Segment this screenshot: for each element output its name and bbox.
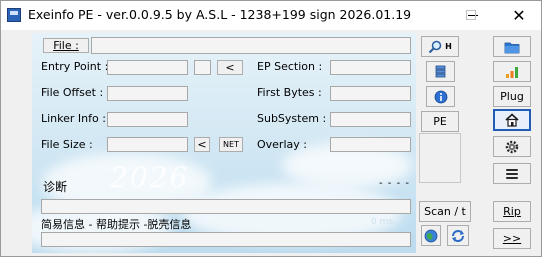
refresh-button[interactable] (447, 225, 469, 246)
subsystem-field[interactable] (330, 112, 411, 127)
entry-point-label: Entry Point : (41, 60, 109, 73)
client-area: 2026 File : Entry Point : < File Offset … (1, 30, 541, 256)
menu-button[interactable] (493, 163, 531, 184)
title-bar: Exeinfo PE - ver.0.0.9.5 by A.S.L - 1238… (1, 1, 541, 30)
menu-icon (506, 168, 518, 179)
search-button[interactable]: H (421, 36, 459, 57)
file-size-field[interactable] (107, 137, 188, 152)
globe-icon (424, 229, 438, 242)
file-offset-field[interactable] (107, 86, 188, 101)
home-button[interactable] (493, 109, 531, 131)
settings-button[interactable] (493, 136, 531, 157)
close-icon: ✕ (512, 5, 526, 25)
bar-chart-icon (506, 66, 518, 78)
subsystem-label: SubSystem : (257, 112, 327, 125)
file-size-arrow-button[interactable]: < (194, 137, 210, 152)
scan-time-label: 0 ms. (371, 217, 396, 227)
watermark-year: 2026 (110, 161, 190, 194)
entry-point-extra-field[interactable] (194, 60, 211, 75)
first-bytes-label: First Bytes : (257, 86, 322, 99)
entry-point-field[interactable] (107, 60, 188, 75)
file-offset-label: File Offset : (41, 86, 104, 99)
info-icon (434, 90, 447, 103)
search-icon (428, 40, 442, 53)
linker-info-label: Linker Info : (41, 112, 106, 125)
open-file-button[interactable] (493, 36, 531, 57)
window-title: Exeinfo PE - ver.0.0.9.5 by A.S.L - 1238… (28, 7, 412, 22)
search-h-label: H (445, 42, 452, 51)
first-bytes-field[interactable] (330, 86, 411, 101)
status-output (41, 232, 411, 247)
home-icon (505, 113, 519, 127)
entry-point-arrow-button[interactable]: < (217, 60, 243, 75)
main-window: Exeinfo PE - ver.0.0.9.5 by A.S.L - 1238… (0, 0, 542, 257)
app-icon (7, 8, 21, 22)
globe-button[interactable] (421, 225, 441, 246)
plug-button[interactable]: Plug (493, 86, 531, 107)
info-button[interactable] (426, 86, 455, 107)
next-label: >> (502, 232, 522, 245)
diagnosis-label: 诊断 (43, 180, 68, 194)
maximize-button[interactable] (466, 10, 476, 20)
stats-button[interactable] (493, 61, 531, 82)
refresh-icon (452, 229, 464, 242)
ep-section-label: EP Section : (257, 60, 323, 73)
file-path-field[interactable] (91, 37, 411, 54)
close-button[interactable]: ✕ (496, 1, 542, 30)
overlay-label: Overlay : (257, 138, 307, 151)
pe-button[interactable]: PE (421, 111, 459, 132)
layers-icon (435, 65, 445, 77)
scan-button[interactable]: Scan / t (419, 201, 471, 222)
status-hint-label: 简易信息 - 帮助提示 -脱壳信息 (41, 218, 192, 231)
overlay-field[interactable] (330, 137, 411, 152)
file-button-label: File : (53, 39, 79, 52)
layers-button[interactable] (426, 61, 455, 82)
gear-icon (505, 140, 519, 153)
next-button[interactable]: >> (493, 228, 531, 249)
rip-label: Rip (503, 205, 521, 218)
file-size-label: File Size : (41, 138, 93, 151)
folder-icon (504, 42, 520, 53)
net-button[interactable]: NET (219, 137, 243, 152)
diagnosis-output (41, 199, 411, 214)
drop-zone[interactable] (419, 133, 461, 183)
linker-info-field[interactable] (107, 112, 188, 127)
diagnosis-dashes: - - - - (379, 178, 410, 189)
file-button[interactable]: File : (43, 38, 89, 53)
rip-button[interactable]: Rip (493, 201, 531, 222)
ep-section-field[interactable] (330, 60, 411, 75)
